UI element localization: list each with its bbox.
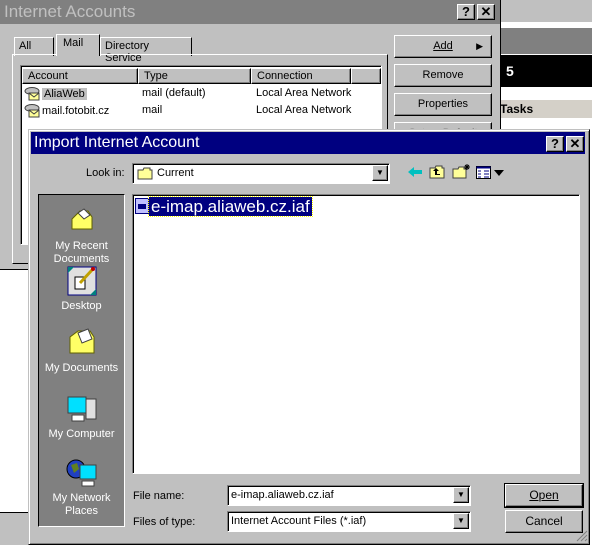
file-name-input[interactable]: e-imap.aliaweb.cz.iaf ▼ [227, 485, 471, 506]
network-places-icon [66, 459, 96, 487]
iaf-file-icon [135, 198, 149, 214]
account-connection: Local Area Network [256, 87, 352, 99]
new-folder-icon[interactable] [452, 164, 470, 179]
account-name: AliaWeb [42, 87, 87, 100]
account-type: mail [142, 104, 163, 116]
background-app-toolbar [500, 0, 592, 22]
dialog-title: Import Internet Account [34, 134, 200, 151]
column-header-spacer [351, 68, 381, 84]
places-bar: My Recent Documents Desktop My Documents… [38, 194, 125, 527]
column-header-connection[interactable]: Connection [251, 68, 351, 84]
look-in-dropdown[interactable]: Current ▼ [132, 163, 390, 184]
file-type-label: Files of type: [133, 516, 196, 528]
background-app-band [500, 28, 592, 54]
look-in-label: Look in: [86, 167, 125, 179]
file-name-label: File name: [133, 490, 185, 502]
file-type-dropdown[interactable]: Internet Account Files (*.iaf) ▼ [227, 511, 471, 532]
open-button[interactable]: Open [504, 483, 584, 508]
account-name: mail.fotobit.cz [42, 104, 110, 117]
chevron-down-icon[interactable]: ▼ [453, 513, 469, 529]
mail-account-icon [24, 104, 40, 118]
view-menu-icon[interactable] [476, 166, 506, 179]
add-button[interactable]: Add ▶ [394, 35, 492, 58]
folder-icon [137, 167, 153, 180]
submenu-arrow-icon: ▶ [476, 41, 483, 51]
window-title: Internet Accounts [4, 2, 136, 21]
place-my-documents[interactable]: My Documents [39, 327, 124, 375]
table-row[interactable]: AliaWeb mail (default) Local Area Networ… [22, 85, 380, 102]
cancel-button[interactable]: Cancel [505, 510, 583, 533]
file-list[interactable]: e-imap.aliaweb.cz.iaf [132, 194, 580, 474]
recent-documents-icon [71, 208, 92, 230]
background-app-left-scrollbar [0, 512, 30, 545]
chevron-down-icon[interactable]: ▼ [372, 165, 388, 181]
place-my-computer[interactable]: My Computer [39, 393, 124, 441]
background-app-heading: 5 [500, 55, 592, 87]
close-button[interactable]: ✕ [477, 4, 495, 20]
file-name: e-imap.aliaweb.cz.iaf [148, 196, 313, 217]
account-connection: Local Area Network [256, 104, 352, 116]
import-dialog-titlebar: Import Internet Account [31, 132, 585, 154]
column-header-type[interactable]: Type [138, 68, 251, 84]
place-desktop[interactable]: Desktop [39, 265, 124, 313]
chevron-down-icon[interactable]: ▼ [453, 487, 469, 503]
column-header-account[interactable]: Account [22, 68, 138, 84]
up-folder-icon[interactable] [429, 165, 445, 179]
background-app-left [0, 310, 30, 510]
help-button[interactable]: ? [457, 4, 475, 20]
remove-button[interactable]: Remove [394, 64, 492, 87]
background-app-tasks-header: Tasks [500, 100, 592, 118]
file-item[interactable]: e-imap.aliaweb.cz.iaf [135, 196, 313, 217]
internet-accounts-titlebar: Internet Accounts [0, 0, 500, 24]
back-icon[interactable] [408, 167, 422, 177]
place-my-recent-documents[interactable]: My Recent Documents [39, 205, 124, 266]
mail-account-icon [24, 87, 40, 101]
desktop-icon [67, 266, 96, 296]
my-computer-icon [67, 396, 96, 422]
tab-mail[interactable]: Mail [56, 34, 100, 56]
my-documents-icon [69, 328, 94, 354]
properties-button[interactable]: Properties [394, 93, 492, 116]
place-my-network-places[interactable]: My Network Places [39, 457, 124, 518]
dialog-close-button[interactable]: ✕ [566, 136, 584, 152]
dialog-help-button[interactable]: ? [546, 136, 564, 152]
table-row[interactable]: mail.fotobit.cz mail Local Area Network [22, 102, 380, 119]
account-type: mail (default) [142, 87, 206, 99]
resize-grip-icon[interactable] [576, 530, 588, 542]
